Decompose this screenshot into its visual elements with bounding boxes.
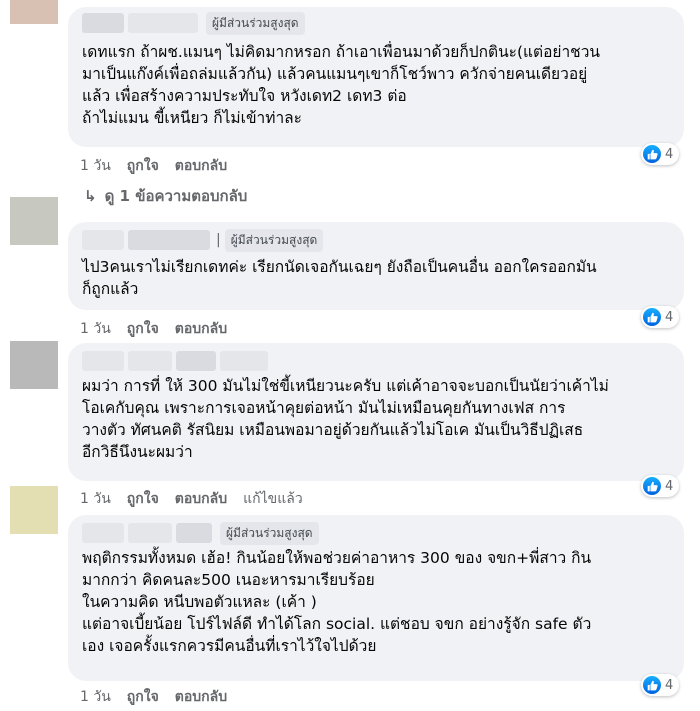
comment-bubble: ผู้มีส่วนร่วมสูงสุด เดทแรก ถ้าผช.แมนๆ ไม…: [68, 7, 684, 147]
edited-label[interactable]: แก้ไขแล้ว: [243, 488, 303, 510]
avatar[interactable]: [10, 341, 58, 389]
comment-author: ผู้มีส่วนร่วมสูงสุด: [82, 11, 670, 35]
reaction-count[interactable]: 4: [641, 143, 680, 165]
like-button[interactable]: ถูกใจ: [127, 686, 159, 708]
reply-button[interactable]: ตอบกลับ: [175, 155, 227, 177]
thumbs-up-icon: [643, 676, 661, 694]
thumbs-up-icon: [643, 145, 661, 163]
reaction-count-value: 4: [665, 309, 674, 325]
author-name-redacted[interactable]: [176, 523, 212, 543]
reaction-count-value: 4: [665, 677, 674, 693]
reaction-count-value: 4: [665, 146, 674, 162]
reaction-count[interactable]: 4: [641, 674, 680, 696]
reply-button[interactable]: ตอบกลับ: [175, 488, 227, 510]
reaction-count[interactable]: 4: [641, 306, 680, 328]
thumbs-up-icon: [643, 308, 661, 326]
like-button[interactable]: ถูกใจ: [127, 488, 159, 510]
author-name-redacted[interactable]: [176, 351, 216, 371]
comment-text: พฤติกรรมทั้งหมด เฮ้อ! กินน้อยให้พอช่วยค่…: [82, 549, 592, 655]
author-name-redacted[interactable]: [82, 13, 124, 33]
thumbs-up-icon: [643, 477, 661, 495]
comment-author: ผู้มีส่วนร่วมสูงสุด: [82, 521, 670, 545]
author-name-redacted[interactable]: [128, 351, 172, 371]
top-fan-badge: ผู้มีส่วนร่วมสูงสุด: [206, 11, 305, 35]
comment-bubble: | ผู้มีส่วนร่วมสูงสุด ไป3คนเราไม่เรียกเด…: [68, 222, 684, 310]
author-name-redacted[interactable]: [82, 523, 124, 543]
comment-timestamp[interactable]: 1 วัน: [80, 488, 111, 510]
comment-bubble: ผมว่า การที่ ให้ 300 มันไม่ใช่ขี้เหนียวน…: [68, 343, 684, 481]
author-name-redacted[interactable]: [82, 230, 124, 250]
comment-text: ไป3คนเราไม่เรียกเดทค่ะ เรียกนัดเจอกันเฉย…: [82, 258, 597, 298]
reaction-count-value: 4: [665, 478, 674, 494]
comment-actions: 1 วัน ถูกใจ ตอบกลับ: [80, 686, 227, 708]
reply-button[interactable]: ตอบกลับ: [175, 318, 227, 340]
name-separator: |: [216, 232, 221, 248]
comment-timestamp[interactable]: 1 วัน: [80, 686, 111, 708]
comment-author: | ผู้มีส่วนร่วมสูงสุด: [82, 228, 670, 252]
comment-timestamp[interactable]: 1 วัน: [80, 318, 111, 340]
author-name-redacted[interactable]: [128, 523, 172, 543]
author-name-redacted[interactable]: [128, 13, 198, 33]
comment-author: [82, 349, 670, 373]
comment-actions: 1 วัน ถูกใจ ตอบกลับ: [80, 318, 227, 340]
reaction-count[interactable]: 4: [641, 475, 680, 497]
comment-bubble: ผู้มีส่วนร่วมสูงสุด พฤติกรรมทั้งหมด เฮ้อ…: [68, 515, 684, 681]
like-button[interactable]: ถูกใจ: [127, 155, 159, 177]
top-fan-badge: ผู้มีส่วนร่วมสูงสุด: [224, 228, 324, 252]
like-button[interactable]: ถูกใจ: [127, 318, 159, 340]
author-name-redacted[interactable]: [128, 230, 210, 250]
avatar[interactable]: [10, 197, 58, 245]
reply-button[interactable]: ตอบกลับ: [175, 686, 227, 708]
comment-text: ผมว่า การที่ ให้ 300 มันไม่ใช่ขี้เหนียวน…: [82, 377, 609, 461]
avatar[interactable]: [10, 0, 58, 24]
comment-actions: 1 วัน ถูกใจ ตอบกลับ: [80, 155, 227, 177]
author-name-redacted[interactable]: [82, 351, 124, 371]
view-replies-label: ดู 1 ข้อความตอบกลับ: [104, 187, 248, 205]
author-name-redacted[interactable]: [220, 351, 268, 371]
reply-arrow-icon: ↳: [84, 187, 97, 205]
avatar[interactable]: [10, 486, 58, 534]
comment-timestamp[interactable]: 1 วัน: [80, 155, 111, 177]
view-replies-link[interactable]: ↳ ดู 1 ข้อความตอบกลับ: [84, 184, 247, 208]
comment-actions: 1 วัน ถูกใจ ตอบกลับ แก้ไขแล้ว: [80, 488, 303, 510]
top-fan-badge: ผู้มีส่วนร่วมสูงสุด: [220, 521, 319, 545]
comment-text: เดทแรก ถ้าผช.แมนๆ ไม่คิดมากหรอก ถ้าเอาเพ…: [82, 43, 601, 127]
